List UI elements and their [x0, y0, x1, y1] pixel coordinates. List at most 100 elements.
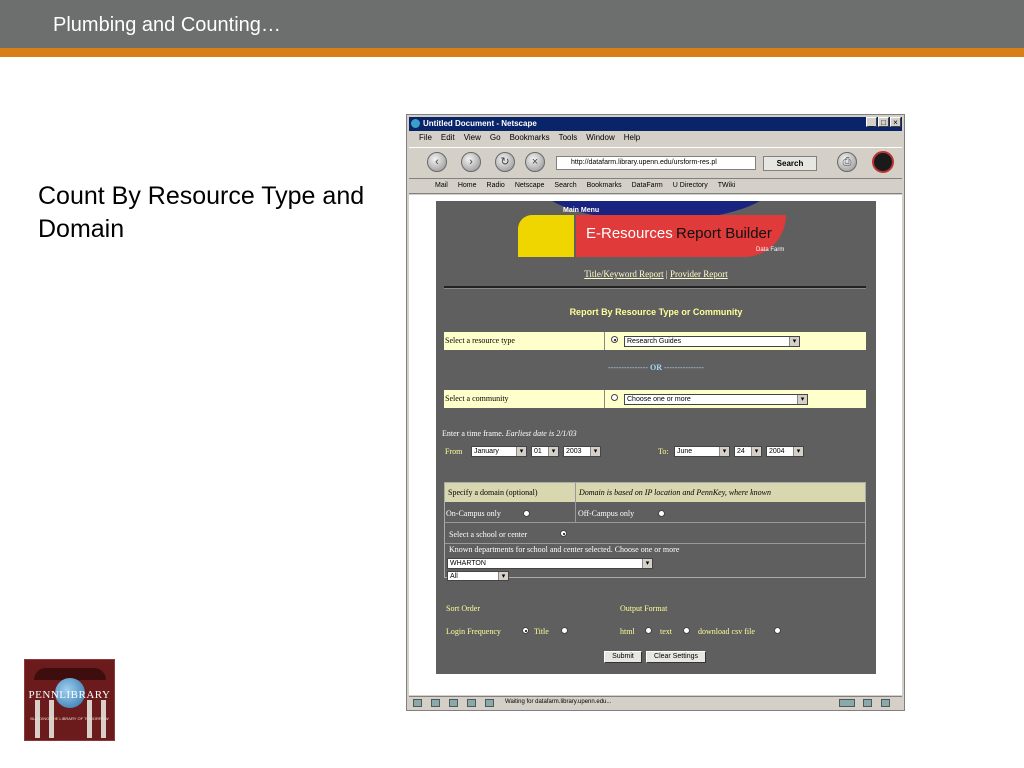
to-month-select[interactable]: June [674, 446, 730, 457]
print-icon[interactable]: ⎙ [837, 152, 857, 172]
provider-report-link[interactable]: Provider Report [670, 269, 728, 279]
close-button[interactable]: × [890, 117, 901, 127]
or-separator: --------------- OR --------------- [608, 363, 704, 372]
domain-header-label: Specify a domain (optional) [448, 488, 538, 497]
off-campus-label: Off-Campus only [578, 509, 635, 518]
sort-login-label: Login Frequency [446, 627, 501, 636]
community-row: Select a community Choose one or more [444, 390, 866, 408]
sort-title-label: Title [534, 627, 549, 636]
from-year-select[interactable]: 2003 [563, 446, 601, 457]
bookmark-mail[interactable]: Mail [435, 179, 448, 193]
menu-bookmarks[interactable]: Bookmarks [510, 133, 550, 142]
menu-go[interactable]: Go [490, 133, 501, 142]
output-csv-radio[interactable] [774, 627, 781, 634]
output-html-radio[interactable] [645, 627, 652, 634]
navigation-toolbar: ‹ › ↻ × http://datafarm.library.upenn.ed… [409, 147, 902, 179]
netscape-icon [411, 119, 420, 128]
resource-type-radio[interactable] [611, 336, 618, 343]
bookmark-netscape[interactable]: Netscape [515, 179, 545, 193]
page-status-icon[interactable] [485, 699, 494, 707]
clear-settings-button[interactable]: Clear Settings [646, 651, 706, 663]
banner-report-builder: Report Builder [676, 225, 772, 242]
school-center-label: Select a school or center [449, 530, 528, 539]
from-day-select[interactable]: 01 [531, 446, 559, 457]
resource-type-select[interactable]: Research Guides [624, 336, 800, 347]
bookmark-udirectory[interactable]: U Directory [673, 179, 708, 193]
timeframe-instructions: Enter a time frame. Earliest date is 2/1… [442, 429, 577, 438]
school-select[interactable]: WHARTON [447, 558, 653, 569]
sort-login-radio[interactable] [522, 627, 529, 634]
sort-order-label: Sort Order [446, 604, 480, 613]
department-select[interactable]: All [447, 571, 509, 581]
slide-title: Plumbing and Counting… [53, 14, 281, 36]
maximize-button[interactable]: □ [878, 117, 889, 127]
netscape-status-icon[interactable] [413, 699, 422, 707]
output-text-radio[interactable] [683, 627, 690, 634]
reload-icon[interactable]: ↻ [495, 152, 515, 172]
connection-icon [839, 699, 855, 707]
to-day-select[interactable]: 24 [734, 446, 762, 457]
divider [444, 286, 866, 289]
bookmark-search[interactable]: Search [554, 179, 576, 193]
report-links: Title/Keyword Report | Provider Report [584, 269, 728, 279]
status-message: Waiting for datafarm.library.upenn.edu..… [505, 699, 612, 705]
output-html-label: html [620, 627, 635, 636]
menu-view[interactable]: View [464, 133, 481, 142]
search-button[interactable]: Search [763, 156, 817, 171]
back-icon[interactable]: ‹ [427, 152, 447, 172]
netscape-logo-icon [872, 151, 894, 173]
slide-header-bar: Plumbing and Counting… [0, 0, 1024, 48]
bookmark-bookmarks[interactable]: Bookmarks [587, 179, 622, 193]
from-month-select[interactable]: January [471, 446, 527, 457]
on-campus-label: On-Campus only [446, 509, 501, 518]
menu-tools[interactable]: Tools [559, 133, 578, 142]
sort-title-radio[interactable] [561, 627, 568, 634]
composer-status-icon[interactable] [449, 699, 458, 707]
to-year-select[interactable]: 2004 [766, 446, 804, 457]
banner-data-farm: Data Farm [756, 247, 785, 253]
to-label: To: [658, 447, 669, 456]
resource-type-label: Select a resource type [445, 336, 515, 345]
penn-library-logo: PENNLIBRARY BUILDING THE LIBRARY OF TOMO… [24, 659, 115, 741]
bookmark-home[interactable]: Home [458, 179, 477, 193]
security-icon [863, 699, 872, 707]
forward-icon[interactable]: › [461, 152, 481, 172]
mail-status-icon[interactable] [431, 699, 440, 707]
slide-accent-stripe [0, 48, 1024, 57]
bookmark-radio[interactable]: Radio [487, 179, 505, 193]
url-input[interactable]: http://datafarm.library.upenn.edu/ursfor… [556, 156, 756, 170]
output-format-label: Output Format [620, 604, 668, 613]
community-select[interactable]: Choose one or more [624, 394, 808, 405]
menu-bar: File Edit View Go Bookmarks Tools Window Help [419, 133, 649, 145]
report-builder-panel: Main Menu E-Resources Report Builder Dat… [436, 201, 876, 674]
title-keyword-report-link[interactable]: Title/Keyword Report [584, 269, 663, 279]
menu-window[interactable]: Window [586, 133, 614, 142]
menu-edit[interactable]: Edit [441, 133, 455, 142]
minimize-button[interactable]: _ [866, 117, 877, 127]
departments-label: Known departments for school and center … [449, 545, 680, 554]
domain-header: Specify a domain (optional) Domain is ba… [445, 483, 865, 502]
on-campus-radio[interactable] [523, 510, 530, 517]
school-center-radio[interactable] [560, 530, 567, 537]
menu-file[interactable]: File [419, 133, 432, 142]
stop-icon[interactable]: × [525, 152, 545, 172]
report-builder-banner: Main Menu E-Resources Report Builder Dat… [436, 201, 876, 259]
menu-help[interactable]: Help [624, 133, 640, 142]
from-label: From [445, 447, 463, 456]
main-menu-link[interactable]: Main Menu [563, 207, 599, 214]
window-title: Untitled Document - Netscape [423, 119, 537, 128]
community-radio[interactable] [611, 394, 618, 401]
resource-type-row: Select a resource type Research Guides [444, 332, 866, 350]
bookmark-twiki[interactable]: TWiki [718, 179, 736, 193]
domain-note: Domain is based on IP location and PennK… [579, 488, 771, 497]
bookmark-datafarm[interactable]: DataFarm [632, 179, 663, 193]
domain-section: Specify a domain (optional) Domain is ba… [444, 482, 866, 581]
slide-heading: Count By Resource Type and Domain [38, 182, 365, 243]
output-text-label: text [660, 627, 672, 636]
bookmarks-toolbar: Mail Home Radio Netscape Search Bookmarks Data… [409, 179, 902, 194]
off-campus-radio[interactable] [658, 510, 665, 517]
chat-status-icon[interactable] [467, 699, 476, 707]
report-heading: Report By Resource Type or Community [569, 307, 743, 317]
submit-button[interactable]: Submit [604, 651, 642, 663]
status-bar: Waiting for datafarm.library.upenn.edu..… [409, 696, 902, 709]
